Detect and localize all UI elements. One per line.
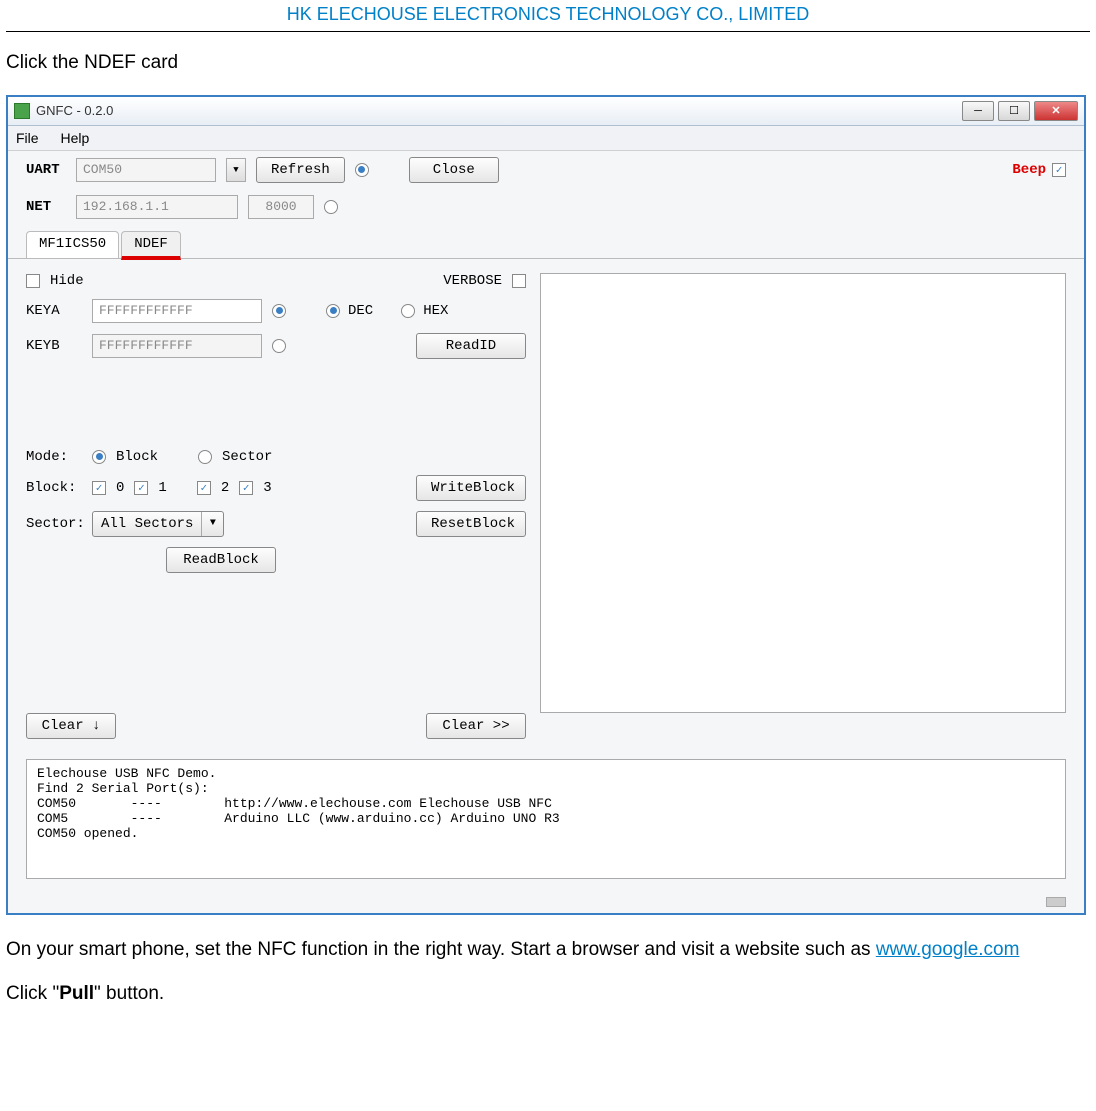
keyb-label: KEYB xyxy=(26,338,82,354)
clear-down-button[interactable]: Clear ↓ xyxy=(26,713,116,739)
hide-checkbox[interactable] xyxy=(26,274,40,288)
window-title: GNFC - 0.2.0 xyxy=(36,103,962,118)
uart-row: UART ▼ Refresh Close Beep xyxy=(8,151,1084,189)
beep-checkbox[interactable] xyxy=(1052,163,1066,177)
keyb-input[interactable] xyxy=(92,334,262,358)
left-panel: Hide VERBOSE KEYA DEC HEX KEYB xyxy=(26,273,526,739)
intro-text: Click the NDEF card xyxy=(6,50,1090,77)
outro-paragraph-2: Click "Pull" button. xyxy=(6,981,1090,1008)
page-header: HK ELECHOUSE ELECTRONICS TECHNOLOGY CO.,… xyxy=(6,0,1090,32)
outro-paragraph-1: On your smart phone, set the NFC functio… xyxy=(6,937,1090,964)
hex-radio[interactable] xyxy=(401,304,415,318)
uart-label: UART xyxy=(26,162,66,178)
net-radio[interactable] xyxy=(324,200,338,214)
chevron-down-icon: ▼ xyxy=(201,512,223,536)
net-label: NET xyxy=(26,199,66,215)
clear-right-button[interactable]: Clear >> xyxy=(426,713,526,739)
block3-label: 3 xyxy=(263,480,271,496)
keya-label: KEYA xyxy=(26,303,82,319)
app-icon xyxy=(14,103,30,119)
mode-sector-label: Sector xyxy=(222,449,272,465)
mode-label: Mode: xyxy=(26,449,82,465)
keya-radio[interactable] xyxy=(272,304,286,318)
block3-checkbox[interactable] xyxy=(239,481,253,495)
menubar: File Help xyxy=(8,126,1084,151)
block0-checkbox[interactable] xyxy=(92,481,106,495)
readblock-button[interactable]: ReadBlock xyxy=(166,547,276,573)
tab-ndef[interactable]: NDEF xyxy=(121,231,181,260)
tab-mf1ics50[interactable]: MF1ICS50 xyxy=(26,231,119,258)
google-link[interactable]: www.google.com xyxy=(876,939,1020,960)
menu-file[interactable]: File xyxy=(16,130,39,146)
keyb-radio[interactable] xyxy=(272,339,286,353)
block2-label: 2 xyxy=(221,480,229,496)
close-button[interactable]: Close xyxy=(409,157,499,183)
maximize-button[interactable]: ☐ xyxy=(998,101,1030,121)
keya-input[interactable] xyxy=(92,299,262,323)
block1-checkbox[interactable] xyxy=(134,481,148,495)
app-window: GNFC - 0.2.0 ─ ☐ ✕ File Help UART ▼ Refr… xyxy=(6,95,1086,915)
dec-radio[interactable] xyxy=(326,304,340,318)
hex-label: HEX xyxy=(423,303,448,319)
tabs: MF1ICS50 NDEF xyxy=(8,225,1084,259)
resize-grip[interactable] xyxy=(1046,897,1066,907)
verbose-label: VERBOSE xyxy=(443,273,502,289)
close-window-button[interactable]: ✕ xyxy=(1034,101,1078,121)
block-label: Block: xyxy=(26,480,82,496)
tab-body: Hide VERBOSE KEYA DEC HEX KEYB xyxy=(8,259,1084,749)
block2-checkbox[interactable] xyxy=(197,481,211,495)
uart-port-input[interactable] xyxy=(76,158,216,182)
sector-selected: All Sectors xyxy=(93,512,201,536)
uart-port-dropdown[interactable]: ▼ xyxy=(226,158,246,182)
writeblock-button[interactable]: WriteBlock xyxy=(416,475,526,501)
log-area[interactable]: Elechouse USB NFC Demo. Find 2 Serial Po… xyxy=(26,759,1066,879)
readid-button[interactable]: ReadID xyxy=(416,333,526,359)
verbose-checkbox[interactable] xyxy=(512,274,526,288)
output-textarea[interactable] xyxy=(540,273,1066,713)
net-ip-input[interactable] xyxy=(76,195,238,219)
refresh-button[interactable]: Refresh xyxy=(256,157,345,183)
mode-sector-radio[interactable] xyxy=(198,450,212,464)
menu-help[interactable]: Help xyxy=(60,130,89,146)
beep-label: Beep xyxy=(1012,162,1046,178)
sector-label: Sector: xyxy=(26,516,82,532)
titlebar: GNFC - 0.2.0 ─ ☐ ✕ xyxy=(8,97,1084,126)
mode-block-radio[interactable] xyxy=(92,450,106,464)
block1-label: 1 xyxy=(158,480,166,496)
minimize-button[interactable]: ─ xyxy=(962,101,994,121)
hide-label: Hide xyxy=(50,273,84,289)
net-row: NET xyxy=(8,189,1084,225)
resetblock-button[interactable]: ResetBlock xyxy=(416,511,526,537)
mode-block-label: Block xyxy=(116,449,158,465)
net-port-input[interactable] xyxy=(248,195,314,219)
sector-dropdown[interactable]: All Sectors ▼ xyxy=(92,511,224,537)
dec-label: DEC xyxy=(348,303,373,319)
uart-radio[interactable] xyxy=(355,163,369,177)
block0-label: 0 xyxy=(116,480,124,496)
